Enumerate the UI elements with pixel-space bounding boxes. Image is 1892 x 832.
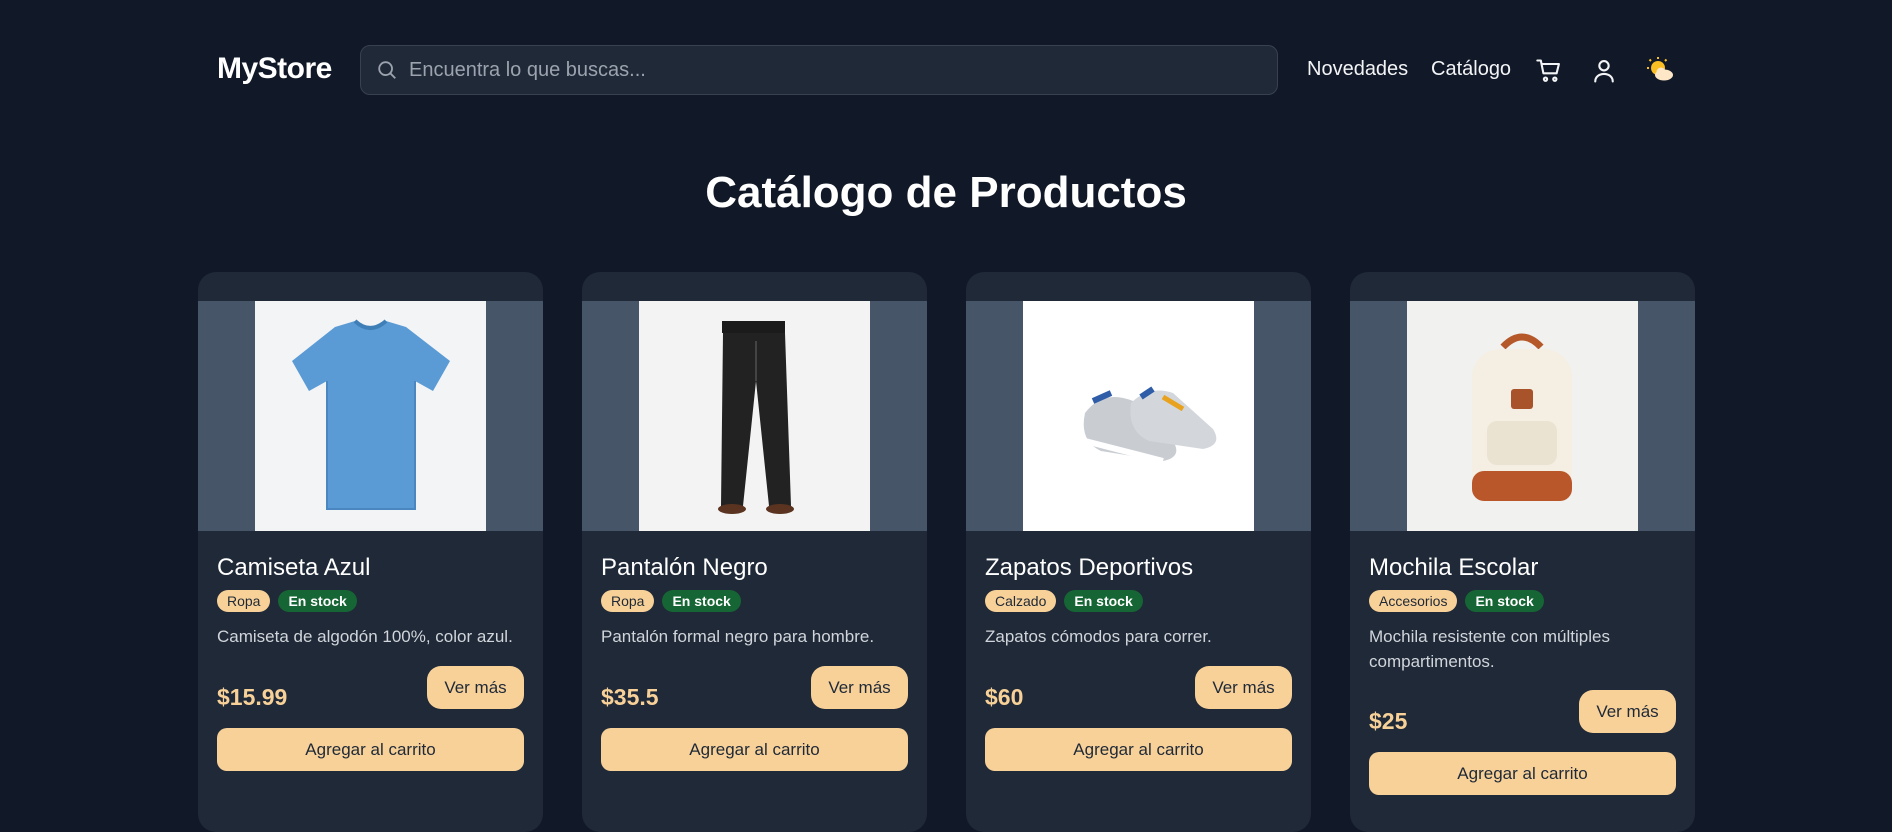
header: MyStore Novedades Catálogo — [0, 0, 1892, 142]
product-card: Zapatos Deportivos Calzado En stock Zapa… — [966, 272, 1311, 832]
category-badge: Accesorios — [1369, 590, 1458, 612]
page-title: Catálogo de Productos — [705, 168, 1187, 217]
product-badges: Calzado En stock — [985, 590, 1143, 612]
product-description: Zapatos cómodos para correr. — [985, 627, 1212, 646]
product-name[interactable]: Mochila Escolar — [1369, 554, 1538, 582]
stock-badge: En stock — [1064, 590, 1143, 612]
add-to-cart-button[interactable]: Agregar al carrito — [217, 728, 524, 771]
view-more-button[interactable]: Ver más — [811, 666, 908, 709]
logo[interactable]: MyStore — [217, 52, 332, 86]
search-input[interactable] — [399, 46, 1277, 94]
backpack-image[interactable] — [1407, 301, 1638, 531]
product-badges: Ropa En stock — [601, 590, 741, 612]
product-card: Mochila Escolar Accesorios En stock Moch… — [1350, 272, 1695, 832]
product-image-frame — [582, 301, 927, 531]
product-name[interactable]: Camiseta Azul — [217, 554, 370, 582]
product-price: $35.5 — [601, 684, 659, 710]
add-to-cart-button[interactable]: Agregar al carrito — [985, 728, 1292, 771]
product-description: Camiseta de algodón 100%, color azul. — [217, 627, 513, 646]
search-icon — [375, 58, 399, 82]
view-more-button[interactable]: Ver más — [1195, 666, 1292, 709]
weather-icon[interactable] — [1646, 56, 1676, 86]
product-price: $60 — [985, 684, 1024, 710]
stock-badge: En stock — [278, 590, 357, 612]
product-card: Pantalón Negro Ropa En stock Pantalón fo… — [582, 272, 927, 832]
product-badges: Ropa En stock — [217, 590, 357, 612]
pants-image[interactable] — [639, 301, 870, 531]
category-badge: Ropa — [601, 590, 655, 612]
cart-icon[interactable] — [1534, 56, 1564, 86]
stock-badge: En stock — [1465, 590, 1544, 612]
sneakers-image[interactable] — [1023, 301, 1254, 531]
add-to-cart-button[interactable]: Agregar al carrito — [601, 728, 908, 771]
user-icon[interactable] — [1589, 56, 1619, 86]
category-badge: Ropa — [217, 590, 271, 612]
product-badges: Accesorios En stock — [1369, 590, 1544, 612]
product-name[interactable]: Zapatos Deportivos — [985, 554, 1193, 582]
product-image-frame — [966, 301, 1311, 531]
search-bar[interactable] — [360, 45, 1278, 95]
product-image-frame — [198, 301, 543, 531]
product-description: Mochila resistente con múltiples compart… — [1369, 627, 1610, 671]
category-badge: Calzado — [985, 590, 1057, 612]
product-card: Camiseta Azul Ropa En stock Camiseta de … — [198, 272, 543, 832]
view-more-button[interactable]: Ver más — [1579, 690, 1676, 733]
product-description: Pantalón formal negro para hombre. — [601, 627, 875, 646]
product-price: $15.99 — [217, 684, 288, 710]
view-more-button[interactable]: Ver más — [427, 666, 524, 709]
nav-catalogo[interactable]: Catálogo — [1431, 58, 1511, 81]
add-to-cart-button[interactable]: Agregar al carrito — [1369, 752, 1676, 795]
tshirt-image[interactable] — [255, 301, 486, 531]
nav-novedades[interactable]: Novedades — [1307, 58, 1408, 81]
product-image-frame — [1350, 301, 1695, 531]
product-price: $25 — [1369, 708, 1408, 734]
stock-badge: En stock — [662, 590, 741, 612]
product-name[interactable]: Pantalón Negro — [601, 554, 768, 582]
